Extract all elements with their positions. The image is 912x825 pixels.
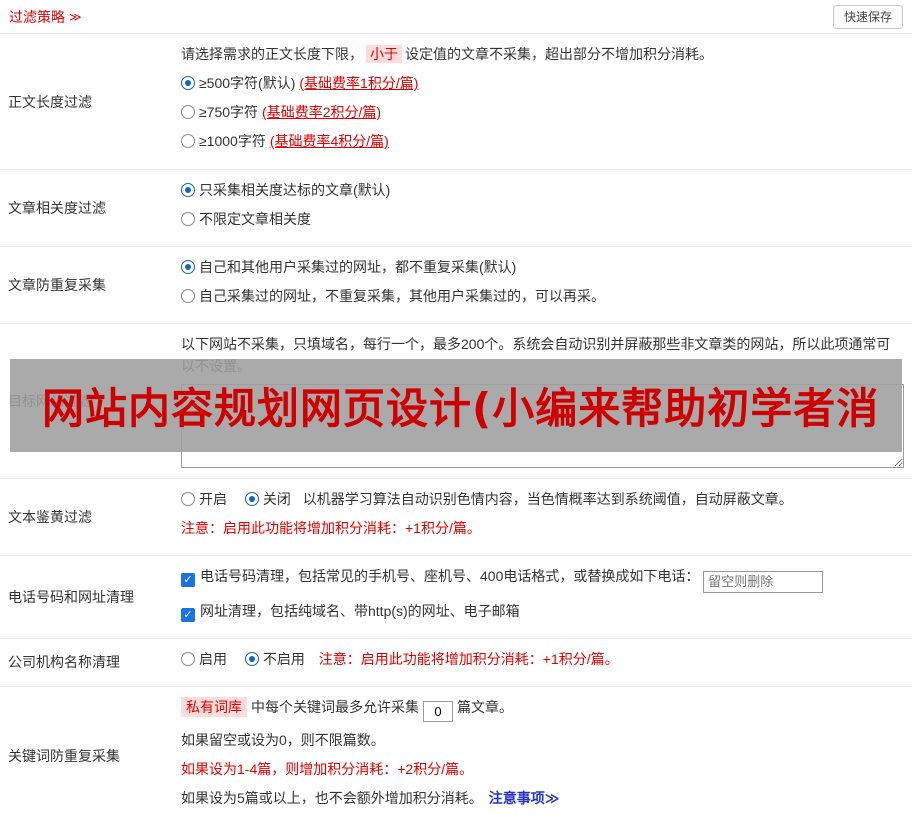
radio-icon[interactable] [181,651,195,666]
keyword-dedup-content: 私有词库中每个关键词最多允许采集 篇文章。 如果留空或设为0，则不限篇数。 如果设… [175,687,912,825]
row-length-filter: 正文长度过滤 请选择需求的正文长度下限， 小于 设定值的文章不采集，超出部分不增加积… [0,34,912,170]
option-fee-note: (基础费率4积分/篇) [269,133,389,149]
dedup-option-self[interactable]: 自己采集过的网址，不重复采集，其他用户采集过的，可以再采。 [181,285,904,307]
keyword-limit-input[interactable] [423,700,453,722]
dedup-filter-label: 文章防重复采集 [8,277,106,293]
porn-option-off[interactable]: 关闭 [244,491,291,507]
site-filter-desc: 以下网站不采集，只填域名，每行一个，最多200个。系统会自动识别并屏蔽那些非文章… [181,336,891,374]
limit-text-mid: 中每个关键词最多允许采集 [251,698,419,715]
keyword-limit-line: 私有词库中每个关键词最多允许采集 篇文章。 [181,696,904,722]
radio-icon[interactable] [181,134,195,148]
porn-filter-note: 注意：启用此功能将增加积分消耗：+1积分/篇。 [181,520,481,536]
porn-filter-desc: 以机器学习算法自动识别色情内容，当色情概率达到系统阈值，自动屏蔽文章。 [302,491,793,507]
length-filter-content: 请选择需求的正文长度下限， 小于 设定值的文章不采集，超出部分不增加积分消耗。 ≥5… [175,34,912,169]
desc-after: 设定值的文章不采集，超出部分不增加积分消耗。 [405,46,713,62]
radio-icon[interactable] [181,492,195,506]
radio-icon[interactable] [244,651,259,666]
checkbox-checked-icon[interactable] [181,607,195,622]
relevance-filter-content: 只采集相关度达标的文章(默认) 不限定文章相关度 [175,170,912,246]
radio-icon[interactable] [181,183,195,197]
company-clean-content: 启用 不启用 注意：启用此功能将增加积分消耗：+1积分/篇。 [175,639,912,686]
option-label[interactable]: 开启 [199,491,227,507]
keyword-note-unlimited: 如果留空或设为0，则不限篇数。 [181,731,385,748]
private-lexicon-badge: 私有词库 [181,696,247,717]
row-site-filter: 目标网站过滤 以下网站不采集，只填域名，每行一个，最多200个。系统会自动识别并… [0,324,912,479]
option-label[interactable]: ≥1000字符 [199,133,266,149]
length-filter-desc: 请选择需求的正文长度下限， 小于 设定值的文章不采集，超出部分不增加积分消耗。 [181,43,904,65]
note-text: 如果设为5篇或以上，也不会额外增加积分消耗。 [181,789,483,806]
company-clean-note: 注意：启用此功能将增加积分消耗：+1积分/篇。 [318,650,619,667]
option-fee-note: (基础费率1积分/篇) [299,75,419,91]
option-label[interactable]: ≥750字符 [199,104,258,120]
length-option-1000[interactable]: ≥1000字符 (基础费率4积分/篇) [181,130,904,152]
length-option-500[interactable]: ≥500字符(默认) (基础费率1积分/篇) [181,72,904,94]
option-fee-note: (基础费率2积分/篇) [262,104,382,120]
row-phone-url-clean: 电话号码和网址清理 电话号码清理，包括常见的手机号、座机号、400电话格式，或替… [0,556,912,639]
row-relevance-filter: 文章相关度过滤 只采集相关度达标的文章(默认) 不限定文章相关度 [0,170,912,247]
radio-icon[interactable] [181,212,195,226]
row-dedup-filter: 文章防重复采集 自己和其他用户采集过的网址，都不重复采集(默认) 自己采集过的网… [0,247,912,324]
option-label[interactable]: 自己采集过的网址，不重复采集，其他用户采集过的，可以再采。 [199,288,605,304]
radio-icon[interactable] [181,260,195,274]
radio-icon[interactable] [181,289,195,303]
option-label[interactable]: ≥500字符(默认) [199,75,295,91]
keyword-note-five: 如果设为5篇或以上，也不会额外增加积分消耗。 注意事项≫ [181,787,904,809]
company-option-on[interactable]: 启用 [181,651,227,667]
porn-filter-options: 开启 关闭 以机器学习算法自动识别色情内容，当色情概率达到系统阈值，自动屏蔽文章… [181,488,904,510]
option-label[interactable]: 启用 [199,651,227,667]
relevance-filter-label: 文章相关度过滤 [8,200,106,216]
phone-clean-label[interactable]: 电话号码清理，包括常见的手机号、座机号、400电话格式，或替换成如下电话： [200,568,699,584]
length-option-750[interactable]: ≥750字符 (基础费率2积分/篇) [181,101,904,123]
phone-url-clean-label: 电话号码和网址清理 [8,588,134,605]
desc-before: 请选择需求的正文长度下限， [181,46,363,62]
page-title-group[interactable]: 过滤策略 ≫ [9,7,82,27]
phone-url-clean-content: 电话号码清理，包括常见的手机号、座机号、400电话格式，或替换成如下电话： 网址… [175,556,912,638]
row-company-clean: 公司机构名称清理 启用 不启用 注意：启用此功能将增加积分消耗：+1积分/篇。 [0,639,912,687]
blocked-sites-textarea[interactable] [181,384,904,468]
row-keyword-dedup: 关键词防重复采集 私有词库中每个关键词最多允许采集 篇文章。 如果留空或设为0，则… [0,687,912,825]
radio-icon[interactable] [181,76,195,90]
dedup-filter-content: 自己和其他用户采集过的网址，都不重复采集(默认) 自己采集过的网址，不重复采集，… [175,247,912,323]
company-option-off[interactable]: 不启用 [244,651,305,667]
site-filter-label: 目标网站过滤 [8,393,92,409]
site-filter-content: 以下网站不采集，只填域名，每行一个，最多200个。系统会自动识别并屏蔽那些非文章… [175,324,912,478]
option-label[interactable]: 关闭 [263,491,291,507]
porn-filter-label: 文本鉴黄过滤 [8,509,92,525]
phone-clean-option[interactable]: 电话号码清理，包括常见的手机号、座机号、400电话格式，或替换成如下电话： [181,565,904,593]
keyword-note-fee: 如果设为1-4篇，则增加积分消耗：+2积分/篇。 [181,760,474,777]
desc-highlight: 小于 [366,45,402,63]
relevance-option-strict[interactable]: 只采集相关度达标的文章(默认) [181,179,904,201]
length-filter-label: 正文长度过滤 [8,93,92,110]
page-title: 过滤策略 [9,8,65,25]
topbar: 过滤策略 ≫ 快速保存 [0,0,912,34]
keyword-dedup-label: 关键词防重复采集 [8,747,120,764]
checkbox-checked-icon[interactable] [181,573,195,587]
option-label[interactable]: 不启用 [263,651,305,667]
radio-icon[interactable] [181,105,195,119]
option-label[interactable]: 只采集相关度达标的文章(默认) [199,182,390,198]
company-clean-label: 公司机构名称清理 [8,654,120,670]
dedup-option-global[interactable]: 自己和其他用户采集过的网址，都不重复采集(默认) [181,256,904,278]
option-label[interactable]: 自己和其他用户采集过的网址，都不重复采集(默认) [199,259,516,275]
replacement-phone-input[interactable] [703,570,824,593]
relevance-option-any[interactable]: 不限定文章相关度 [181,208,904,230]
option-label[interactable]: 不限定文章相关度 [199,211,311,227]
porn-filter-content: 开启 关闭 以机器学习算法自动识别色情内容，当色情概率达到系统阈值，自动屏蔽文章… [175,479,912,555]
url-clean-label[interactable]: 网址清理，包括纯域名、带http(s)的网址、电子邮箱 [200,603,520,619]
filter-strategy-page: 过滤策略 ≫ 快速保存 正文长度过滤 请选择需求的正文长度下限， 小于 设定值的文章… [0,0,912,825]
notice-link[interactable]: 注意事项≫ [489,790,560,806]
quick-save-button[interactable]: 快速保存 [832,4,903,29]
porn-option-on[interactable]: 开启 [181,491,227,507]
radio-icon[interactable] [244,492,259,506]
limit-text-end: 篇文章。 [457,698,513,715]
url-clean-option[interactable]: 网址清理，包括纯域名、带http(s)的网址、电子邮箱 [181,600,904,622]
row-porn-filter: 文本鉴黄过滤 开启 关闭 以机器学习算法自动识别色情内容，当色情概率达到系统阈值… [0,479,912,556]
collapse-chevron-icon[interactable]: ≫ [69,10,82,24]
company-clean-options: 启用 不启用 注意：启用此功能将增加积分消耗：+1积分/篇。 [181,648,619,670]
